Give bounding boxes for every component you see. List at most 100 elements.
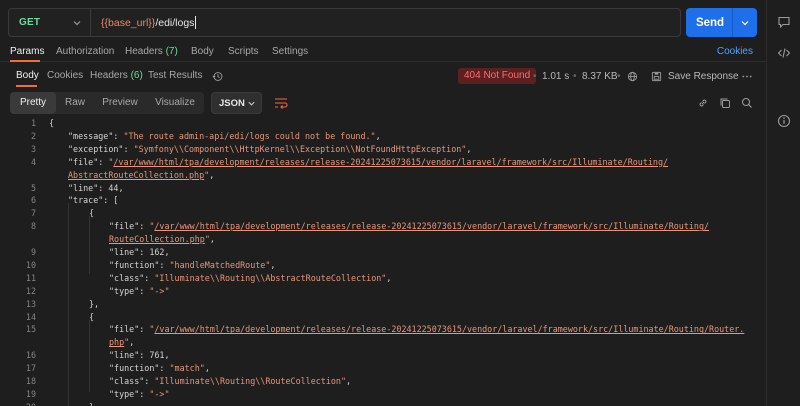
file-path-link[interactable]: php <box>109 337 124 347</box>
code-token: , <box>129 337 135 348</box>
tab-authorization[interactable]: Authorization <box>56 46 114 57</box>
tab-label: Settings <box>272 46 309 57</box>
tab-label: Scripts <box>228 46 259 57</box>
text-caret <box>195 16 197 29</box>
view-raw[interactable]: Raw <box>56 92 94 114</box>
indent-guide <box>68 203 69 406</box>
wrap-lines-button[interactable] <box>270 92 292 114</box>
link-icon[interactable] <box>697 97 709 109</box>
line-number: 11 <box>25 272 36 283</box>
send-button[interactable]: Send <box>686 8 757 37</box>
separator-dot: • <box>617 71 621 82</box>
code-token: "file": <box>109 221 150 232</box>
url-input[interactable]: {{base_url}} /edi/logs <box>91 16 197 29</box>
code-token: "->" <box>149 285 170 296</box>
format-select[interactable]: JSON <box>211 92 262 114</box>
response-time[interactable]: 1.01 s <box>542 71 569 82</box>
comment-icon[interactable] <box>777 15 791 29</box>
cookies-link[interactable]: Cookies <box>717 46 753 57</box>
line-number: 20 <box>0 402 36 406</box>
code-line: php", <box>109 337 134 347</box>
code-token: , <box>270 259 276 270</box>
code-token: { <box>49 118 55 128</box>
response-size[interactable]: 8.37 KB <box>582 71 618 82</box>
code-line: AbstractRouteCollection.php", <box>68 170 214 180</box>
copy-icon[interactable] <box>719 97 731 109</box>
request-tabs: Params Authorization Headers (7) Body Sc… <box>0 42 766 62</box>
code-line: "class": "Illuminate\\Routing\\RouteColl… <box>109 376 351 386</box>
tab-label: Headers <box>125 46 163 57</box>
code-line: "trace": [ <box>68 195 118 205</box>
file-path-link[interactable]: AbstractRouteCollection.php <box>68 170 204 180</box>
tab-settings[interactable]: Settings <box>272 46 308 57</box>
tab-label: Test Results <box>148 70 203 81</box>
code-token: }, <box>89 402 99 406</box>
tab-label: Cookies <box>47 70 84 81</box>
code-line: { <box>49 118 54 128</box>
chevron-down-icon <box>73 21 81 26</box>
code-token: }, <box>89 298 100 309</box>
code-line: "file": "/var/www/html/tpa/development/r… <box>109 221 709 231</box>
code-token: 44 <box>108 182 119 193</box>
line-number: 9 <box>30 247 36 257</box>
view-visualize[interactable]: Visualize <box>146 92 204 114</box>
code-token: "function": <box>109 363 170 374</box>
save-icon[interactable] <box>651 71 662 82</box>
tab-scripts[interactable]: Scripts <box>228 46 259 57</box>
tab-test-results[interactable]: Test Results <box>148 70 202 81</box>
active-tab-indicator <box>16 85 37 87</box>
code-token: , <box>375 130 381 141</box>
code-token: "Illuminate\\Routing\\RouteCollection" <box>154 376 346 386</box>
code-token: "The route admin-api/edi/logs could not … <box>123 130 376 141</box>
info-icon[interactable] <box>777 114 791 128</box>
url-path: /edi/logs <box>155 16 195 29</box>
line-number: 19 <box>25 388 36 399</box>
code-line: { <box>89 208 94 218</box>
code-token: , <box>346 376 352 386</box>
line-number: 6 <box>30 195 36 206</box>
code-line: "function": "handleMatchedRoute", <box>109 260 275 270</box>
code-token: "type": <box>109 388 150 399</box>
view-preview[interactable]: Preview <box>94 92 146 114</box>
code-line: "type": "->" <box>109 389 170 399</box>
code-token: "line": <box>68 182 109 193</box>
active-tab-indicator <box>10 60 40 62</box>
send-options-button[interactable] <box>733 18 757 28</box>
status-badge[interactable]: 404 Not Found <box>458 68 537 84</box>
save-response-button[interactable]: Save Response <box>668 71 739 82</box>
file-path-link[interactable]: /var/www/html/tpa/development/releases/r… <box>154 324 744 334</box>
headers-count: (6) <box>130 70 143 81</box>
file-path-link[interactable]: /var/www/html/tpa/development/releases/r… <box>113 157 668 167</box>
tab-response-headers[interactable]: Headers (6) <box>90 70 143 81</box>
code-icon[interactable] <box>777 46 791 60</box>
code-line: }, <box>89 299 99 309</box>
more-options-icon[interactable] <box>741 71 753 82</box>
line-number: 8 <box>30 221 36 232</box>
code-line: RouteCollection.php", <box>109 234 215 244</box>
method-select[interactable]: GET <box>9 9 91 36</box>
file-path-link[interactable]: RouteCollection.php <box>109 234 205 244</box>
line-number: 18 <box>25 376 36 386</box>
view-pretty[interactable]: Pretty <box>10 92 56 114</box>
globe-icon[interactable] <box>627 71 638 82</box>
code-line: "class": "Illuminate\\Routing\\AbstractR… <box>109 273 391 283</box>
tab-params[interactable]: Params <box>10 46 44 57</box>
code-token: 162 <box>149 247 165 257</box>
tab-response-cookies[interactable]: Cookies <box>47 70 83 81</box>
tab-label: Params <box>10 46 45 57</box>
response-body-viewer[interactable]: 1 {2 "message": "The route admin-api/edi/l… <box>0 118 766 406</box>
search-icon[interactable] <box>741 97 753 109</box>
code-line: "file": "/var/www/html/tpa/development/r… <box>109 324 744 334</box>
code-token: , <box>209 234 215 245</box>
file-path-link[interactable]: /var/www/html/tpa/development/releases/r… <box>154 221 709 231</box>
line-number: 2 <box>30 130 36 141</box>
tab-response-body[interactable]: Body <box>16 70 39 81</box>
tab-headers[interactable]: Headers (7) <box>125 46 178 57</box>
url-variable: {{base_url}} <box>101 16 156 29</box>
code-token: "line": <box>109 247 150 257</box>
tab-label: Body <box>16 70 39 81</box>
tab-body[interactable]: Body <box>191 46 214 57</box>
history-icon[interactable] <box>212 71 223 82</box>
code-token: , <box>386 272 392 283</box>
code-token: { <box>89 311 95 322</box>
